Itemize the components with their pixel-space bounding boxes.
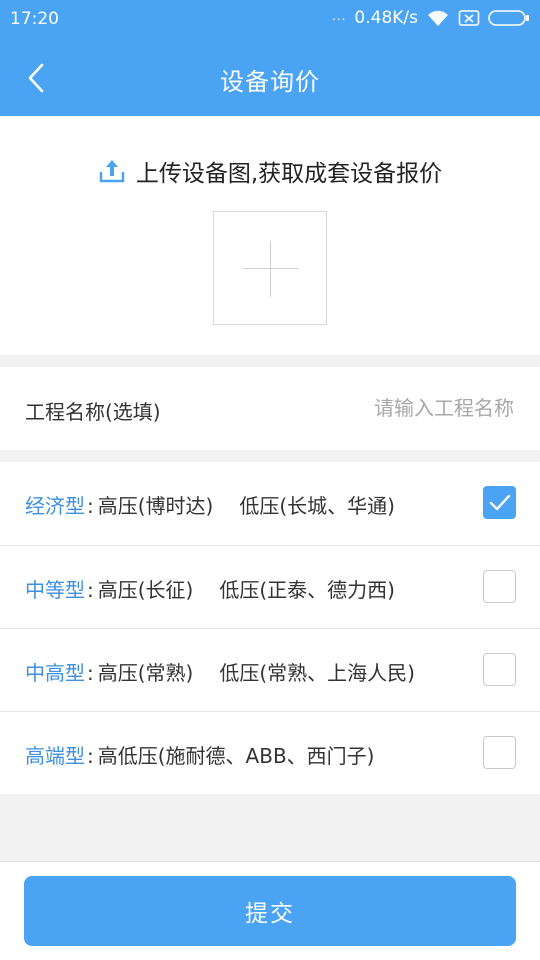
option-name: 中高型	[25, 661, 85, 685]
option-low-voltage: 低压(正泰、德力西)	[219, 578, 395, 602]
option-text: 经济型: 高压(博时达) 低压(长城、华通)	[25, 490, 395, 519]
no-sim-icon	[458, 9, 480, 27]
option-economy[interactable]: 经济型: 高压(博时达) 低压(长城、华通)	[0, 462, 540, 545]
option-colon: :	[87, 661, 94, 685]
app-root: 17:20 ... 0.48K/s 设备询价 上传设备图,获取成套设备报价 工程…	[0, 0, 540, 960]
option-premium[interactable]: 高端型: 高低压(施耐德、ABB、西门子)	[0, 711, 540, 794]
project-name-label: 工程名称(选填)	[25, 400, 161, 424]
check-icon	[489, 494, 510, 510]
option-name: 中等型	[25, 578, 85, 602]
battery-icon	[488, 9, 530, 27]
status-right: ... 0.48K/s	[332, 8, 530, 28]
upload-icon	[99, 160, 125, 183]
option-colon: :	[87, 578, 94, 602]
project-name-input[interactable]	[256, 391, 516, 425]
option-high-voltage: 高低压(施耐德、ABB、西门子)	[97, 744, 375, 768]
option-name: 经济型	[25, 494, 85, 518]
network-speed: 0.48K/s	[354, 8, 418, 28]
option-text: 中等型: 高压(长征) 低压(正泰、德力西)	[25, 574, 395, 603]
status-bar: 17:20 ... 0.48K/s	[0, 0, 540, 40]
option-text: 中高型: 高压(常熟) 低压(常熟、上海人民)	[25, 657, 415, 686]
option-mid-high[interactable]: 中高型: 高压(常熟) 低压(常熟、上海人民)	[0, 628, 540, 711]
submit-button[interactable]: 提交	[24, 876, 516, 946]
footer: 提交	[0, 861, 540, 960]
option-colon: :	[87, 494, 94, 518]
project-name-row: 工程名称(选填)	[0, 367, 540, 450]
option-high-voltage: 高压(常熟)	[97, 661, 194, 685]
option-high-voltage: 高压(长征)	[97, 578, 194, 602]
option-low-voltage: 低压(长城、华通)	[239, 494, 395, 518]
equipment-options: 经济型: 高压(博时达) 低压(长城、华通) 中等型: 高压(长征) 低压(正泰、德力西…	[0, 462, 540, 794]
option-checkbox[interactable]	[483, 570, 516, 603]
page-title: 设备询价	[220, 68, 320, 96]
option-high-voltage: 高压(博时达)	[97, 494, 214, 518]
option-checkbox[interactable]	[483, 486, 516, 519]
status-time: 17:20	[10, 9, 59, 29]
upload-heading: 上传设备图,获取成套设备报价	[0, 154, 540, 188]
option-checkbox[interactable]	[483, 736, 516, 769]
upload-section: 上传设备图,获取成套设备报价	[0, 116, 540, 355]
option-colon: :	[87, 744, 94, 768]
nav-bar: 设备询价	[0, 40, 540, 116]
add-image-button[interactable]	[213, 211, 327, 325]
upload-heading-text: 上传设备图,获取成套设备报价	[135, 161, 443, 187]
option-text: 高端型: 高低压(施耐德、ABB、西门子)	[25, 740, 374, 769]
option-low-voltage: 低压(常熟、上海人民)	[219, 661, 415, 685]
top-bar: 17:20 ... 0.48K/s 设备询价	[0, 0, 540, 116]
option-medium[interactable]: 中等型: 高压(长征) 低压(正泰、德力西)	[0, 545, 540, 628]
option-name: 高端型	[25, 744, 85, 768]
status-dots: ...	[331, 9, 347, 23]
wifi-icon	[426, 9, 450, 27]
option-checkbox[interactable]	[483, 653, 516, 686]
